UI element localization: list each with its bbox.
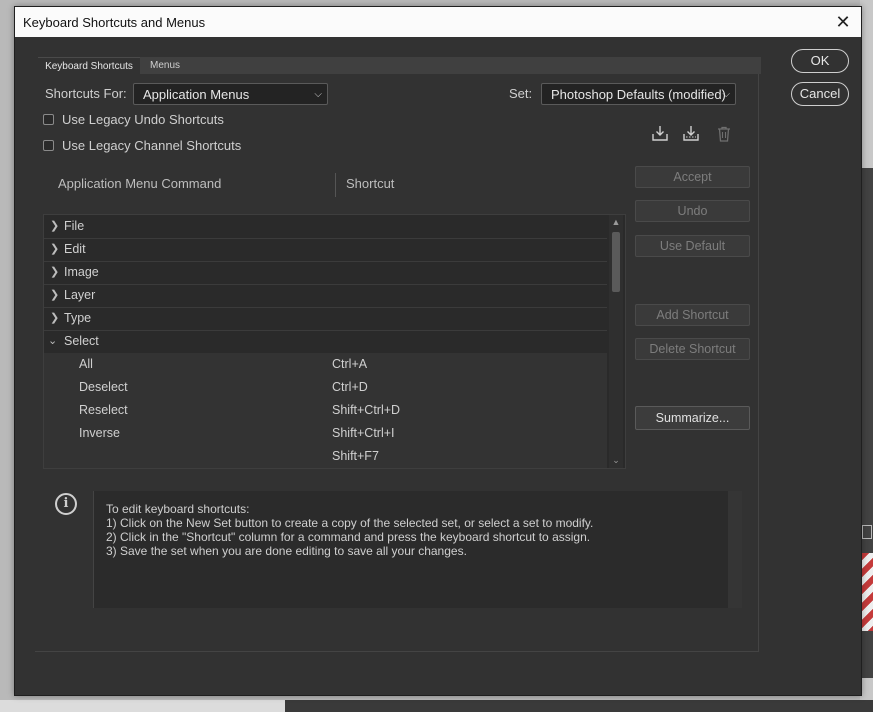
summarize-button[interactable]: Summarize... — [635, 406, 750, 430]
info-line: 2) Click in the "Shortcut" column for a … — [106, 530, 591, 544]
command-row[interactable]: Shift+F7 — [44, 445, 607, 468]
info-line: 1) Click on the New Set button to create… — [106, 516, 594, 530]
set-label: Set: — [509, 86, 533, 101]
column-divider — [335, 173, 336, 197]
title-bar: Keyboard Shortcuts and Menus ✕ — [15, 7, 861, 37]
tab-keyboard-shortcuts[interactable]: Keyboard Shortcuts — [38, 57, 140, 75]
shortcuts-for-label: Shortcuts For: — [45, 86, 127, 101]
window-title: Keyboard Shortcuts and Menus — [23, 15, 206, 30]
category-row-file[interactable]: ❯ File — [44, 215, 607, 239]
category-row-image[interactable]: ❯ Image — [44, 261, 607, 285]
close-icon[interactable]: ✕ — [831, 10, 855, 34]
command-row[interactable]: Reselect Shift+Ctrl+D — [44, 399, 607, 423]
legacy-channel-label: Use Legacy Channel Shortcuts — [62, 138, 242, 153]
add-shortcut-button[interactable]: Add Shortcut — [635, 304, 750, 326]
command-row[interactable]: Inverse Shift+Ctrl+I — [44, 422, 607, 446]
shortcuts-for-select[interactable]: Application Menus ⌵ — [133, 83, 328, 105]
shortcuts-for-value: Application Menus — [143, 87, 250, 102]
category-row-select[interactable]: ⌄ Select — [44, 330, 607, 354]
accept-button[interactable]: Accept — [635, 166, 750, 188]
tab-bar: Keyboard Shortcuts Menus — [38, 57, 761, 75]
shortcut-cell[interactable]: Shift+Ctrl+D — [332, 399, 400, 421]
info-icon: i — [55, 493, 77, 515]
info-text-area: To edit keyboard shortcuts: 1) Click on … — [93, 491, 742, 608]
delete-set-icon[interactable] — [715, 125, 733, 143]
set-value: Photoshop Defaults (modified) — [551, 87, 726, 102]
chevron-down-icon: ⌵ — [314, 89, 322, 100]
info-scrollbar[interactable] — [728, 491, 742, 608]
use-default-button[interactable]: Use Default — [635, 235, 750, 257]
background-app-bottom — [0, 700, 873, 712]
chevron-right-icon: ❯ — [50, 243, 60, 255]
background-panel-marker — [862, 525, 872, 539]
info-line: To edit keyboard shortcuts: — [106, 502, 250, 516]
shortcut-cell[interactable]: Shift+F7 — [332, 445, 379, 467]
panel-frame-bottom — [35, 651, 759, 652]
scrollbar-thumb[interactable] — [612, 232, 620, 292]
shortcut-cell[interactable]: Ctrl+A — [332, 353, 367, 375]
ok-button[interactable]: OK — [791, 49, 849, 73]
category-row-type[interactable]: ❯ Type — [44, 307, 607, 331]
chevron-down-icon: ⌵ — [722, 89, 730, 100]
shortcut-cell[interactable]: Shift+Ctrl+I — [332, 422, 395, 444]
column-header-command: Application Menu Command — [58, 176, 222, 191]
background-canvas-pattern — [861, 553, 873, 631]
chevron-right-icon: ❯ — [50, 312, 60, 324]
list-scrollbar[interactable]: ▲ ⌄ — [609, 215, 623, 468]
info-line: 3) Save the set when you are done editin… — [106, 544, 467, 558]
column-header-shortcut: Shortcut — [346, 176, 395, 191]
legacy-undo-checkbox[interactable] — [43, 114, 54, 125]
legacy-channel-checkbox[interactable] — [43, 140, 54, 151]
undo-button[interactable]: Undo — [635, 200, 750, 222]
chevron-right-icon: ❯ — [50, 289, 60, 301]
new-set-icon[interactable] — [682, 124, 700, 142]
keyboard-shortcuts-dialog: Keyboard Shortcuts and Menus ✕ Keyboard … — [14, 6, 862, 696]
save-set-icon[interactable] — [651, 124, 669, 142]
category-row-edit[interactable]: ❯ Edit — [44, 238, 607, 262]
set-select[interactable]: Photoshop Defaults (modified) ⌵ — [541, 83, 736, 105]
legacy-undo-label: Use Legacy Undo Shortcuts — [62, 112, 224, 127]
tab-menus[interactable]: Menus — [150, 57, 180, 74]
command-row[interactable]: Deselect Ctrl+D — [44, 376, 607, 400]
shortcut-list: ❯ File ❯ Edit ❯ Image ❯ Layer ❯ Type ⌄ S… — [43, 214, 626, 469]
scroll-down-icon[interactable]: ⌄ — [611, 455, 621, 466]
cancel-button[interactable]: Cancel — [791, 82, 849, 106]
scroll-up-icon[interactable]: ▲ — [611, 217, 621, 227]
category-row-layer[interactable]: ❯ Layer — [44, 284, 607, 308]
chevron-down-icon: ⌄ — [48, 335, 58, 347]
shortcut-cell[interactable]: Ctrl+D — [332, 376, 368, 398]
delete-shortcut-button[interactable]: Delete Shortcut — [635, 338, 750, 360]
command-row[interactable]: All Ctrl+A — [44, 353, 607, 377]
chevron-right-icon: ❯ — [50, 266, 60, 278]
chevron-right-icon: ❯ — [50, 220, 60, 232]
panel-frame-right — [758, 74, 759, 652]
